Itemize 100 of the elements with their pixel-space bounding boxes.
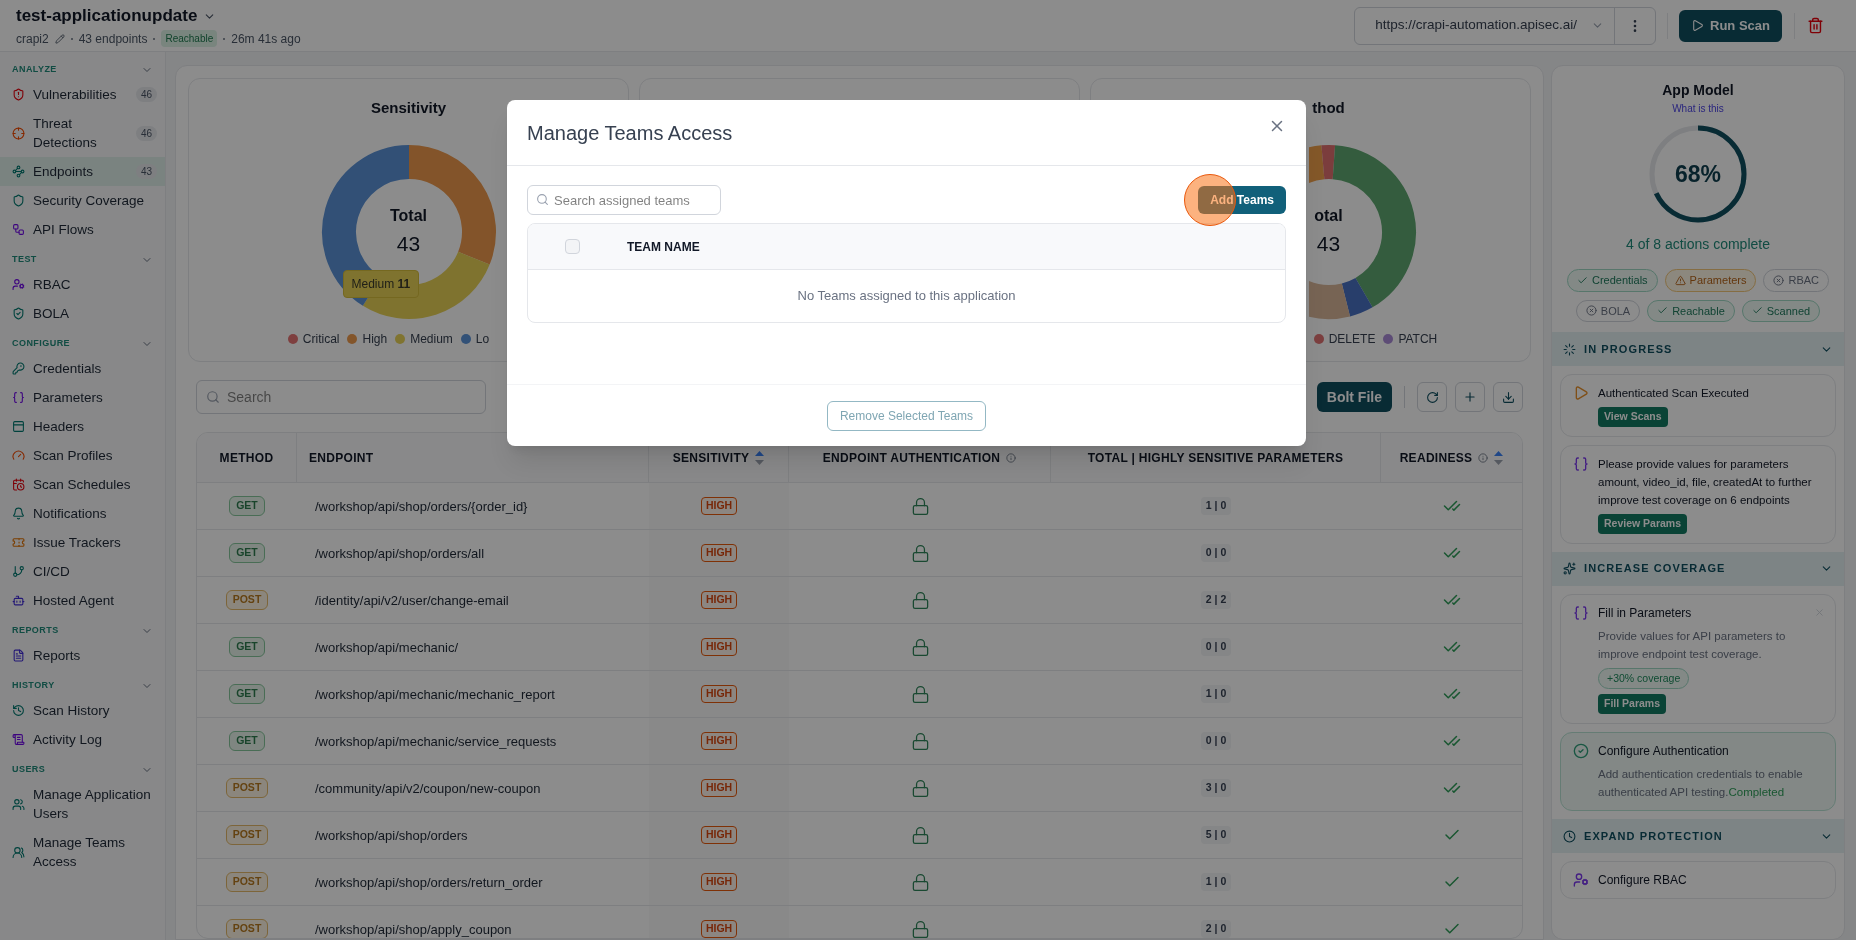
nav-item[interactable]: Security Coverage: [0, 186, 165, 215]
method-badge: GET: [229, 637, 265, 658]
status-badge: Reachable: [161, 30, 218, 48]
nav-item[interactable]: Scan Profiles: [0, 441, 165, 470]
nav-item[interactable]: Parameters: [0, 383, 165, 412]
lock-icon: [910, 589, 930, 611]
sensitivity-badge: HIGH: [700, 826, 738, 845]
nav-icon: [12, 420, 25, 433]
lock-icon: [910, 730, 930, 752]
task-description: Provide values for API parameters to improve endpoint test coverage.: [1598, 628, 1787, 662]
endpoint-path: /identity/api/v2/user/change-email: [314, 591, 509, 610]
empty-message: No Teams assigned to this application: [797, 287, 1016, 306]
task-icon: [1573, 743, 1589, 759]
nav-item[interactable]: API Flows: [0, 215, 165, 244]
search-icon: [536, 193, 549, 206]
status-chip: Credentials: [1566, 269, 1658, 292]
nav-item[interactable]: Notifications: [0, 499, 165, 528]
method-badge: GET: [229, 731, 265, 752]
total-label: Total: [390, 205, 427, 226]
nav-item[interactable]: Activity Log: [0, 725, 165, 754]
sort-icon[interactable]: [755, 450, 765, 465]
nav-icon: [12, 194, 25, 207]
column-header: TEAM NAME: [627, 238, 700, 256]
method-badge: POST: [225, 590, 269, 611]
search-field[interactable]: Search: [196, 380, 486, 415]
action-button[interactable]: Review Params: [1598, 513, 1688, 534]
nav-item[interactable]: RBAC: [0, 270, 165, 299]
method-badge: POST: [225, 778, 269, 799]
play-icon: [1691, 19, 1705, 32]
total-value: 43: [1316, 230, 1341, 257]
nav-item[interactable]: Scan History: [0, 696, 165, 725]
method-badge: GET: [229, 684, 265, 705]
params-count: 0 | 0: [1200, 732, 1232, 751]
search-icon: [206, 390, 220, 405]
section-header[interactable]: EXPAND PROTECTION: [1552, 819, 1844, 853]
total-label: otal: [1314, 205, 1343, 226]
run-scan-button[interactable]: Run Scan: [1679, 9, 1782, 42]
nav-item[interactable]: Endpoints 43: [0, 157, 165, 186]
sort-icon[interactable]: [1494, 450, 1504, 465]
params-count: 3 | 0: [1200, 779, 1232, 798]
nav-item[interactable]: BOLA: [0, 299, 165, 328]
count-badge: 43: [135, 164, 157, 179]
nav-item[interactable]: Vulnerabilities 46: [0, 80, 165, 109]
sensitivity-badge: HIGH: [700, 544, 738, 563]
column-header: ENDPOINT: [309, 449, 374, 467]
action-button[interactable]: Fill Params: [1598, 694, 1667, 714]
refresh-button[interactable]: [1417, 382, 1447, 413]
panel-title: App Model: [1662, 81, 1734, 100]
action-button[interactable]: View Scans: [1598, 407, 1668, 427]
section-heading: ANALYZE: [12, 63, 57, 77]
nav-item[interactable]: Reports: [0, 641, 165, 670]
status-chip: BOLA: [1575, 299, 1641, 322]
nav-item[interactable]: Scan Schedules: [0, 470, 165, 499]
section-icon: [1563, 562, 1576, 575]
method-badge: POST: [225, 872, 269, 893]
nav-item[interactable]: Threat Detections 46: [0, 109, 165, 157]
task-icon: [1573, 385, 1589, 401]
checkbox[interactable]: [565, 239, 580, 254]
app-title: test-applicationupdate: [16, 5, 198, 28]
nav-item[interactable]: Headers: [0, 412, 165, 441]
task-title: Configure RBAC: [1598, 872, 1687, 889]
warning-icon: [1674, 274, 1686, 286]
add-teams-button[interactable]: Add Teams: [1198, 186, 1286, 214]
status-chip: Reachable: [1647, 299, 1735, 322]
endpoint-path: /workshop/api/mechanic/mechanic_report: [314, 685, 555, 704]
status-chip: Parameters: [1664, 269, 1757, 292]
add-button[interactable]: [1455, 382, 1485, 413]
nav-icon: [12, 449, 25, 462]
task-description: Add authentication credentials to enable authenticated API testing.Completed: [1598, 767, 1804, 800]
edit-icon[interactable]: [54, 33, 65, 44]
section-header[interactable]: INCREASE COVERAGE: [1552, 551, 1844, 586]
nav-icon: [12, 88, 25, 101]
nav-item[interactable]: Credentials: [0, 354, 165, 383]
progress-percent: 68%: [1675, 159, 1721, 189]
nav-icon: [12, 478, 25, 491]
nav-item[interactable]: Issue Trackers: [0, 528, 165, 557]
lock-icon: [910, 542, 930, 564]
nav-item[interactable]: CI/CD: [0, 557, 165, 586]
url-selector[interactable]: https://crapi-automation.apisec.ai/: [1354, 6, 1657, 45]
nav-item[interactable]: Manage Application Users: [0, 780, 165, 828]
endpoint-path: /workshop/api/mechanic/service_requests: [314, 732, 557, 751]
search-field[interactable]: Search assigned teams: [527, 185, 721, 215]
lock-icon: [910, 636, 930, 658]
task-title: Fill in Parameters: [1598, 604, 1692, 622]
column-header: TOTAL | HIGHLY SENSITIVE PARAMETERS: [1087, 449, 1344, 467]
legend-label: High: [362, 330, 388, 348]
nav-item[interactable]: Hosted Agent: [0, 586, 165, 615]
download-button[interactable]: [1493, 382, 1523, 413]
lock-icon: [910, 824, 930, 846]
endpoint-path: /workshop/api/shop/orders/all: [314, 544, 485, 563]
help-link[interactable]: What is this: [1672, 101, 1724, 116]
lock-icon: [910, 918, 930, 938]
endpoint-count: 43 endpoints: [78, 30, 148, 48]
nav-item[interactable]: Manage Teams Access: [0, 828, 165, 876]
upload-button[interactable]: Bolt File: [1316, 382, 1392, 413]
endpoint-path: /workshop/api/shop/apply_coupon: [314, 920, 512, 938]
section-header[interactable]: IN PROGRESS: [1552, 332, 1844, 366]
task-description: Please provide values for parameters amount, video_id, file, createdAt to further improve test coverage on 6 endpoints: [1598, 456, 1813, 508]
delete-icon[interactable]: [1807, 17, 1824, 34]
sensitivity-badge: HIGH: [700, 873, 738, 892]
